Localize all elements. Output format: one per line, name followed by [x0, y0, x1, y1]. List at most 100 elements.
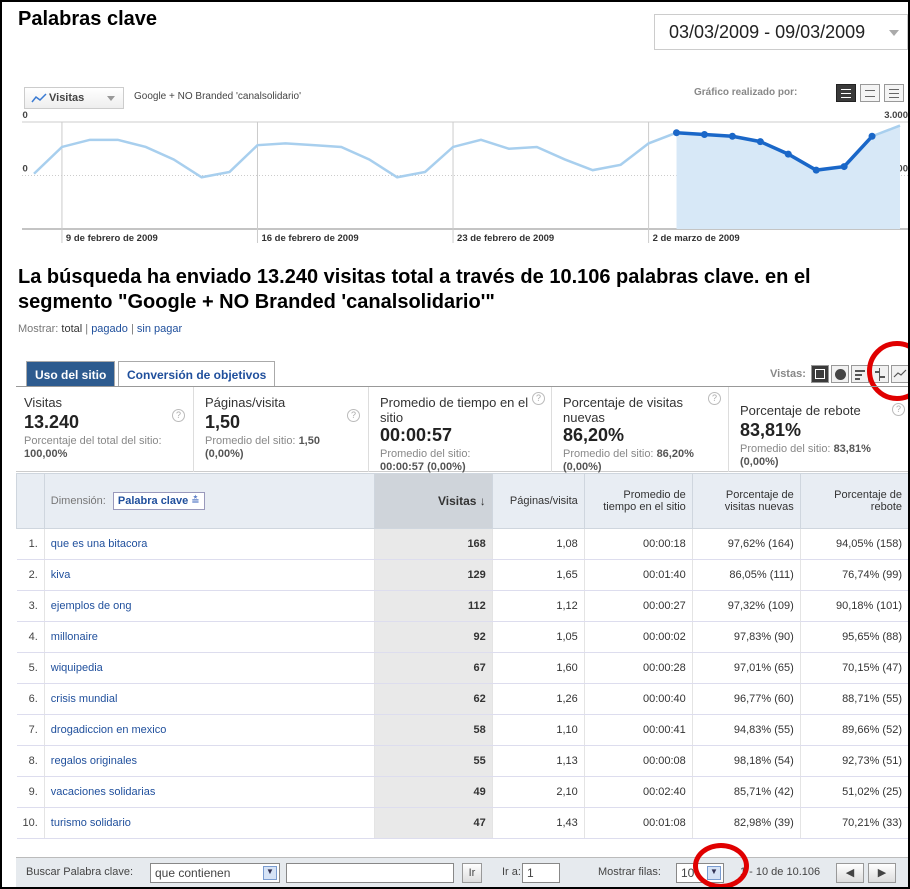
tab-site-usage[interactable]: Uso del sitio	[26, 361, 116, 386]
new-visits-cell: 82,98% (39)	[692, 807, 801, 839]
new-visits-cell: 98,18% (54)	[692, 745, 801, 777]
metric-value: 00:00:57	[380, 425, 453, 445]
pagination-range: 1 - 10 de 10.106	[740, 866, 821, 878]
chevron-down-icon: ≛	[191, 496, 200, 507]
keyword-link[interactable]: regalos originales	[51, 755, 137, 767]
filter-select[interactable]: que contienen ▼	[150, 863, 280, 883]
help-icon[interactable]: ?	[708, 392, 721, 405]
show-filter: Mostrar: total | pagado | sin pagar	[18, 323, 182, 335]
help-icon[interactable]: ?	[172, 409, 185, 422]
segment-label: Google + NO Branded 'canalsolidario'	[134, 91, 301, 102]
tab-goal-conversion[interactable]: Conversión de objetivos	[118, 361, 276, 386]
help-icon[interactable]: ?	[532, 392, 545, 405]
keyword-link[interactable]: que es una bitacora	[51, 538, 148, 550]
dimension-selector[interactable]: Palabra clave ≛	[112, 492, 205, 510]
graph-by-week-button[interactable]	[860, 84, 880, 102]
row-index: 6.	[16, 683, 45, 715]
keyword-link[interactable]: wiquipedia	[51, 662, 103, 674]
metric-title: Porcentaje de rebote	[740, 403, 861, 418]
pie-icon	[835, 369, 846, 380]
avg-time-cell: 00:00:18	[584, 528, 693, 560]
row-index: 2.	[16, 559, 45, 591]
pages-visit-cell: 1,12	[492, 590, 585, 622]
page-title: Palabras clave	[18, 8, 157, 30]
new-visits-cell: 96,77% (60)	[692, 683, 801, 715]
show-paid-link[interactable]: pagado	[91, 323, 128, 335]
x-tick-label: 23 de febrero de 2009	[457, 233, 554, 244]
keyword-cell: wiquipedia	[44, 652, 375, 684]
goto-label: Ir a:	[502, 866, 521, 878]
metric-sub-value: 83,81%	[833, 443, 871, 455]
keyword-link[interactable]: millonaire	[51, 631, 98, 643]
keyword-link[interactable]: drogadiccion en mexico	[51, 724, 167, 736]
visits-cell: 58	[374, 714, 493, 746]
keyword-link[interactable]: vacaciones solidarias	[51, 786, 156, 798]
index-header	[16, 473, 45, 529]
new-visits-cell: 97,62% (164)	[692, 528, 801, 560]
prev-page-button[interactable]: ◀	[836, 863, 864, 883]
next-page-button[interactable]: ▶	[868, 863, 896, 883]
metric-bounce-rate: Porcentaje de rebote 83,81% Promedio del…	[732, 387, 908, 472]
bounce-rate-header[interactable]: Porcentaje de rebote	[799, 473, 908, 529]
metric-sub: Promedio del sitio:	[740, 443, 831, 455]
view-table-button[interactable]	[811, 365, 829, 383]
metric-sub-extra: (0,00%)	[740, 456, 779, 468]
date-range-selector[interactable]: 03/03/2009 - 09/03/2009	[654, 14, 908, 50]
bounce-rate-cell: 89,66% (52)	[800, 714, 908, 746]
avg-time-header[interactable]: Promedio de tiempo en el sitio	[583, 473, 693, 529]
metric-value: 83,81%	[740, 420, 802, 440]
new-visits-header[interactable]: Porcentaje de visitas nuevas	[691, 473, 801, 529]
table-row: 8. regalos originales 55 1,13 00:00:08 98,18%…	[16, 745, 908, 777]
pages-visit-cell: 1,65	[492, 559, 585, 591]
date-range-text: 03/03/2009 - 09/03/2009	[669, 22, 866, 42]
table-row: 6. crisis mundial 62 1,26 00:00:40 96,77% (60…	[16, 683, 908, 715]
visits-header[interactable]: Visitas ↓	[373, 473, 493, 529]
graph-by-day-button[interactable]	[836, 84, 856, 102]
graphed-by-label: Gráfico realizado por:	[694, 87, 798, 98]
row-index: 8.	[16, 745, 45, 777]
show-unpaid-link[interactable]: sin pagar	[137, 323, 182, 335]
new-visits-cell: 97,83% (90)	[692, 621, 801, 653]
keyword-cell: millonaire	[44, 621, 375, 653]
table-row: 7. drogadiccion en mexico 58 1,10 00:00:41 94…	[16, 714, 908, 746]
metric-sub: Promedio del sitio:	[380, 448, 471, 460]
bounce-rate-cell: 76,74% (99)	[800, 559, 908, 591]
y-tick-label-right: 3.000	[884, 110, 908, 121]
keyword-link[interactable]: turismo solidario	[51, 817, 131, 829]
pages-visit-cell: 1,60	[492, 652, 585, 684]
goto-page-input[interactable]: 1	[522, 863, 560, 883]
keyword-cell: vacaciones solidarias	[44, 776, 375, 808]
search-input[interactable]	[286, 863, 454, 883]
metric-title: Promedio de tiempo en el sitio	[380, 395, 529, 425]
visits-cell: 168	[374, 528, 493, 560]
avg-time-cell: 00:02:40	[584, 776, 693, 808]
bounce-rate-cell: 95,65% (88)	[800, 621, 908, 653]
x-tick-label: 2 de marzo de 2009	[653, 233, 740, 244]
search-go-button[interactable]: Ir	[462, 863, 482, 883]
keyword-cell: kiva	[44, 559, 375, 591]
rows-label: Mostrar filas:	[598, 866, 661, 878]
table-row: 1. que es una bitacora 168 1,08 00:00:18 97,6…	[16, 528, 908, 560]
metric-value: 86,20%	[563, 425, 625, 445]
keywords-table: Dimensión: Palabra clave ≛ Visitas ↓ Pág…	[16, 473, 908, 839]
keyword-link[interactable]: crisis mundial	[51, 693, 118, 705]
metric-pages-per-visit: Páginas/visita 1,50 Promedio del sitio: …	[197, 387, 369, 472]
help-icon[interactable]: ?	[347, 409, 360, 422]
view-pie-button[interactable]	[831, 365, 849, 383]
bounce-rate-cell: 51,02% (25)	[800, 776, 908, 808]
avg-time-cell: 00:00:08	[584, 745, 693, 777]
keyword-link[interactable]: kiva	[51, 569, 71, 581]
sort-down-icon: ↓	[479, 494, 486, 508]
row-index: 3.	[16, 590, 45, 622]
pages-visit-header[interactable]: Páginas/visita	[491, 473, 585, 529]
graph-by-month-button[interactable]	[884, 84, 904, 102]
new-visits-cell: 86,05% (111)	[692, 559, 801, 591]
bounce-rate-cell: 70,15% (47)	[800, 652, 908, 684]
metric-sub: Promedio del sitio:	[205, 435, 296, 447]
metric-sub-value: 1,50	[298, 435, 320, 447]
keyword-link[interactable]: ejemplos de ong	[51, 600, 132, 612]
avg-time-cell: 00:00:28	[584, 652, 693, 684]
metric-selector[interactable]: Visitas	[24, 87, 124, 109]
metric-selector-label: Visitas	[49, 92, 85, 104]
help-icon[interactable]: ?	[892, 403, 905, 416]
